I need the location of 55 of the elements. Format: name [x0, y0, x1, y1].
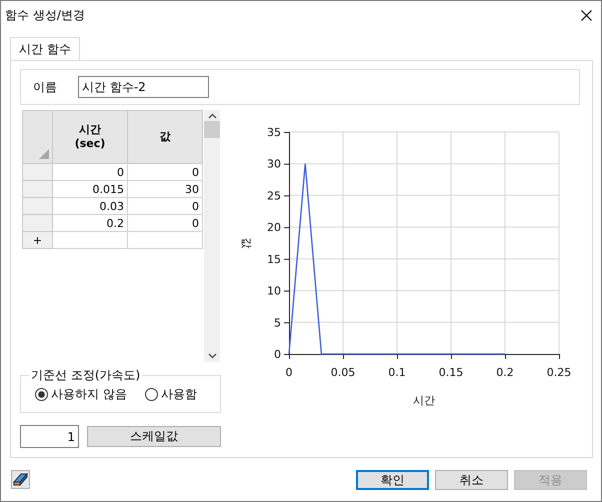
- x-tick-label: 0: [286, 366, 292, 379]
- dialog-button[interactable]: 취소: [435, 470, 508, 490]
- table-cell[interactable]: 30: [128, 180, 202, 198]
- column-header[interactable]: 시간 (sec): [52, 110, 128, 164]
- radio-option[interactable]: 사용함: [144, 386, 197, 402]
- table-cell[interactable]: [128, 232, 202, 248]
- table-cell[interactable]: 0.015: [52, 180, 128, 198]
- y-tick-label: 30: [267, 158, 281, 171]
- sort-corner-icon: [39, 149, 49, 159]
- table-cell[interactable]: [52, 232, 128, 248]
- scroll-up-icon[interactable]: [208, 113, 216, 119]
- name-label: 이름: [33, 78, 57, 96]
- table-cell[interactable]: 0: [128, 164, 202, 180]
- group-title: 기준선 조정(가속도): [29, 367, 142, 384]
- row-header[interactable]: [22, 180, 52, 198]
- y-tick-label: 15: [267, 252, 281, 266]
- radio-option[interactable]: 사용하지 않음: [35, 386, 127, 402]
- table-cell[interactable]: 0: [52, 164, 128, 180]
- x-tick-label: 0.15: [438, 366, 464, 379]
- new-row-marker[interactable]: +: [22, 232, 52, 248]
- window-title: 함수 생성/변경: [5, 6, 85, 24]
- close-icon: [580, 10, 592, 20]
- radio-icon[interactable]: [144, 388, 158, 400]
- tab[interactable]: 시간 함수: [10, 37, 80, 60]
- x-axis-label: 시간: [413, 394, 435, 407]
- y-tick-label: 5: [274, 316, 281, 330]
- column-header[interactable]: 값: [128, 110, 202, 164]
- eraser-button[interactable]: [11, 470, 30, 489]
- name-field[interactable]: 시간 함수-2: [78, 76, 209, 98]
- y-tick-label: 0: [274, 348, 281, 361]
- table-cell[interactable]: 0: [128, 214, 202, 232]
- x-tick-label: 0.25: [546, 366, 572, 379]
- scroll-down-icon[interactable]: [208, 353, 216, 359]
- corner-cell[interactable]: [22, 110, 52, 164]
- eraser-icon: [13, 473, 28, 486]
- y-tick-label: 20: [267, 221, 281, 234]
- scrollbar[interactable]: [204, 110, 220, 362]
- table-cell[interactable]: 0.03: [52, 198, 128, 214]
- table-cell[interactable]: 0.2: [52, 214, 128, 232]
- x-tick-label: 0.2: [496, 366, 514, 379]
- row-header[interactable]: [22, 214, 52, 232]
- y-tick-label: 10: [267, 284, 281, 298]
- y-tick-label: 25: [267, 189, 281, 202]
- table-cell[interactable]: 0: [128, 198, 202, 214]
- y-tick-label: 35: [267, 126, 281, 139]
- scale-button[interactable]: 스케일값: [87, 426, 221, 447]
- dialog-button[interactable]: 확인: [356, 470, 429, 490]
- row-header[interactable]: [22, 164, 52, 180]
- radio-icon[interactable]: [35, 388, 48, 400]
- y-axis-label: 값: [240, 238, 253, 248]
- scroll-thumb[interactable]: [204, 121, 220, 138]
- row-header[interactable]: [22, 198, 52, 214]
- x-tick-label: 0.1: [388, 366, 406, 379]
- scale-field[interactable]: 1: [20, 425, 79, 448]
- x-tick-label: 0.05: [330, 366, 356, 379]
